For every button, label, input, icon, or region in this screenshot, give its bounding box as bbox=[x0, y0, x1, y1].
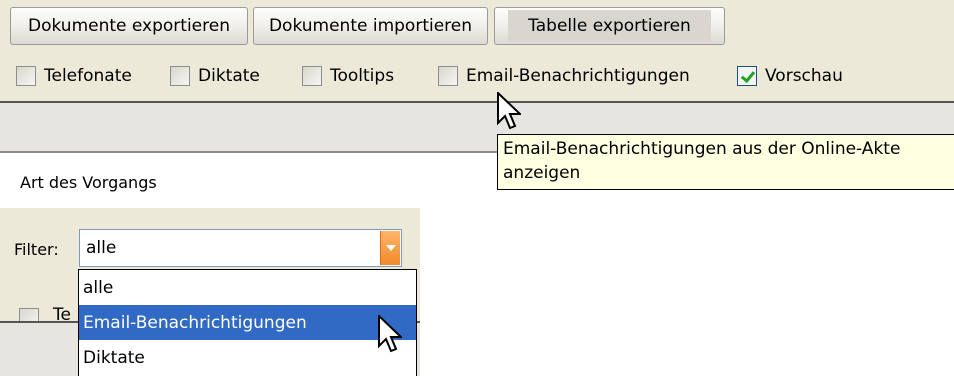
top-panel: Dokumente exportieren Dokumente importie… bbox=[0, 0, 954, 194]
mouse-cursor-icon bbox=[497, 92, 521, 130]
filter-option-alle[interactable]: alle bbox=[79, 270, 416, 305]
checkbox-email-label: Email-Benachrichtigungen bbox=[466, 66, 690, 86]
checkbox-email-box[interactable] bbox=[438, 66, 458, 86]
checkbox-vorschau-label: Vorschau bbox=[765, 66, 843, 86]
filter-checkbox-row: Telefonate Diktate Tooltips Email-Benach… bbox=[0, 62, 954, 90]
import-documents-button[interactable]: Dokumente importieren bbox=[253, 7, 488, 45]
mouse-cursor-icon bbox=[378, 315, 402, 353]
checkbox-tooltips[interactable]: Tooltips bbox=[302, 62, 394, 90]
export-table-label: Tabelle exportieren bbox=[508, 10, 711, 42]
tooltip-line-2: anzeigen bbox=[503, 163, 581, 183]
tooltip-line-1: Email-Benachrichtigungen aus der Online-… bbox=[503, 139, 901, 159]
filter-select[interactable]: alle bbox=[79, 229, 402, 267]
checkbox-telefonate-label: Telefonate bbox=[44, 66, 132, 86]
checkbox-diktate-label: Diktate bbox=[198, 66, 260, 86]
checkbox-telefonate[interactable]: Telefonate bbox=[16, 62, 132, 90]
filter-dropdown-list: alle Email-Benachrichtigungen Diktate bbox=[78, 269, 417, 376]
column-header-art-des-vorgangs[interactable]: Art des Vorgangs bbox=[20, 173, 157, 192]
checkmark-icon[interactable] bbox=[737, 66, 757, 86]
dropdown-arrow-icon[interactable] bbox=[380, 231, 400, 265]
checkbox-telefonate-box[interactable] bbox=[16, 66, 36, 86]
tooltip: Email-Benachrichtigungen aus der Online-… bbox=[497, 134, 954, 190]
checkbox-tooltips-box[interactable] bbox=[302, 66, 322, 86]
filter-option-email-benachrichtigungen[interactable]: Email-Benachrichtigungen bbox=[79, 305, 416, 340]
checkbox-tooltips-label: Tooltips bbox=[330, 66, 395, 86]
checkbox-diktate-box[interactable] bbox=[170, 66, 190, 86]
filter-label: Filter: bbox=[14, 240, 59, 259]
export-documents-button[interactable]: Dokumente exportieren bbox=[10, 7, 248, 45]
checkbox-vorschau[interactable]: Vorschau bbox=[737, 62, 843, 90]
filter-select-value: alle bbox=[86, 238, 117, 258]
checkbox-diktate[interactable]: Diktate bbox=[170, 62, 260, 90]
checkbox-email-benachrichtigungen[interactable]: Email-Benachrichtigungen bbox=[438, 62, 690, 90]
export-table-button[interactable]: Tabelle exportieren bbox=[494, 7, 725, 45]
filter-option-diktate[interactable]: Diktate bbox=[79, 340, 416, 375]
